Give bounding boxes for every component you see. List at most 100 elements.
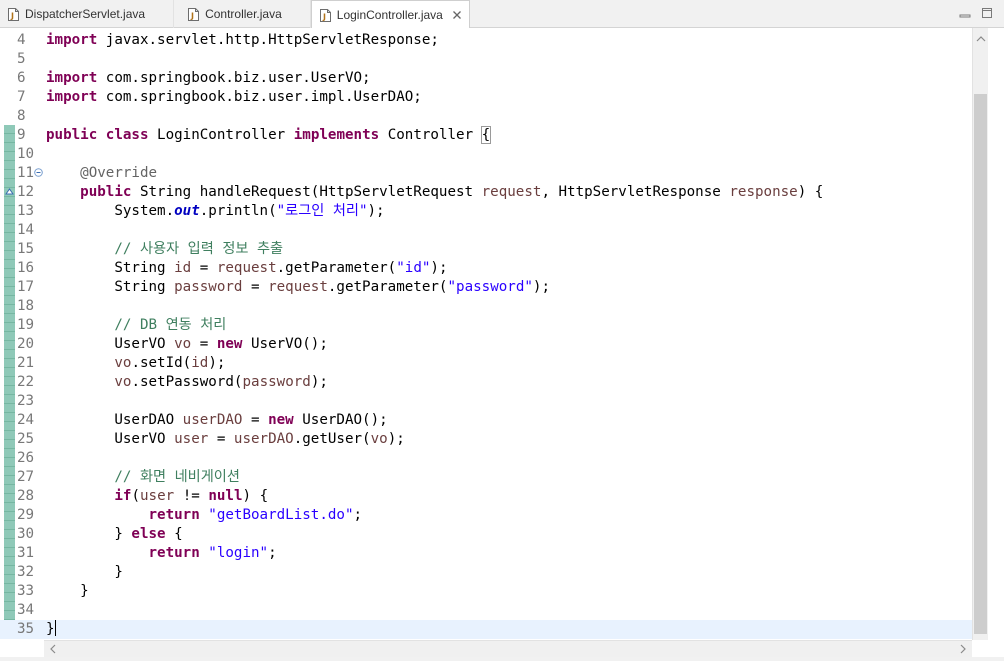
- code-token: UserVO: [46, 336, 175, 352]
- code-text: String id = request.getParameter("id");: [46, 259, 447, 278]
- code-token: UserVO();: [242, 336, 328, 352]
- tab-label: LoginController.java: [336, 8, 443, 22]
- code-token: com.springbook.biz.user.UserVO;: [97, 70, 371, 86]
- code-line[interactable]: 5: [0, 50, 972, 69]
- code-token: ;: [268, 545, 277, 561]
- code-line[interactable]: 17 String password = request.getParamete…: [0, 278, 972, 297]
- code-token: =: [242, 279, 269, 295]
- tab-logincontroller[interactable]: J LoginController.java: [310, 0, 470, 29]
- line-number: 35: [17, 621, 35, 637]
- code-token: userDAO: [182, 412, 243, 428]
- code-token: System.: [46, 203, 175, 219]
- code-token: vo: [370, 431, 388, 447]
- code-line[interactable]: 16 String id = request.getParameter("id"…: [0, 259, 972, 278]
- code-token: "getBoardList.do": [208, 507, 354, 523]
- code-token: LoginController: [148, 127, 294, 143]
- code-line[interactable]: 35}: [0, 620, 972, 639]
- code-token: response: [729, 184, 798, 200]
- code-token: new: [268, 412, 294, 428]
- tab-dispatcherservlet[interactable]: J DispatcherServlet.java: [0, 0, 175, 28]
- code-line[interactable]: 13 System.out.println("로그인 처리");: [0, 202, 972, 221]
- tab-controller[interactable]: J Controller.java: [174, 0, 311, 28]
- code-line[interactable]: 26: [0, 449, 972, 468]
- line-number: 4: [17, 32, 26, 48]
- code-token: "로그인 처리": [276, 203, 368, 219]
- line-number: 22: [17, 374, 35, 390]
- code-token: .println(: [199, 203, 277, 219]
- line-number: 28: [17, 488, 35, 504]
- editor-tab-bar: J DispatcherServlet.java J Controller.java J…: [0, 0, 1004, 29]
- code-token: // 화면 네비게이션: [114, 469, 240, 485]
- maximize-icon[interactable]: [980, 6, 994, 20]
- code-line[interactable]: 4 import javax.servlet.http.HttpServletRe…: [0, 31, 972, 50]
- fold-collapse-icon[interactable]: [34, 168, 43, 177]
- vertical-scrollbar[interactable]: [972, 28, 988, 640]
- code-line[interactable]: 28 if(user != null) {: [0, 487, 972, 506]
- code-line[interactable]: 14: [0, 221, 972, 240]
- code-text: } else {: [46, 525, 183, 544]
- override-marker-icon[interactable]: [5, 187, 14, 196]
- code-token: import: [46, 32, 98, 48]
- code-token: .getParameter(: [327, 279, 448, 295]
- code-text: import com.springbook.biz.user.impl.User…: [46, 88, 422, 107]
- scroll-left-icon[interactable]: [48, 644, 58, 654]
- code-line[interactable]: 23: [0, 392, 972, 411]
- code-text: System.out.println("로그인 처리");: [46, 202, 384, 221]
- code-line[interactable]: 11 @Override: [0, 164, 972, 183]
- code-line[interactable]: 19 // DB 연동 처리: [0, 316, 972, 335]
- code-token: import: [46, 70, 98, 86]
- code-line[interactable]: 6 import com.springbook.biz.user.UserVO;: [0, 69, 972, 88]
- code-line[interactable]: 18: [0, 297, 972, 316]
- minimize-icon[interactable]: [958, 6, 972, 20]
- code-line[interactable]: 24 UserDAO userDAO = new UserDAO();: [0, 411, 972, 430]
- code-line[interactable]: 7 import com.springbook.biz.user.impl.Use…: [0, 88, 972, 107]
- code-token: =: [191, 336, 217, 352]
- code-token: (: [131, 488, 140, 504]
- code-line[interactable]: 34: [0, 601, 972, 620]
- code-text: vo.setId(id);: [46, 354, 225, 373]
- code-line[interactable]: 8: [0, 107, 972, 126]
- code-text: return "login";: [46, 544, 277, 563]
- horizontal-scrollbar[interactable]: [44, 640, 972, 657]
- code-line[interactable]: 21 vo.setId(id);: [0, 354, 972, 373]
- code-line[interactable]: 9 public class LoginController implements…: [0, 126, 972, 145]
- code-line[interactable]: 30 } else {: [0, 525, 972, 544]
- line-number: 25: [17, 431, 35, 447]
- line-number: 30: [17, 526, 35, 542]
- line-number: 15: [17, 241, 35, 257]
- scroll-up-icon[interactable]: [976, 34, 986, 44]
- vertical-scroll-thumb[interactable]: [974, 94, 987, 634]
- code-token: "password": [447, 279, 533, 295]
- code-line[interactable]: 29 return "getBoardList.do";: [0, 506, 972, 525]
- code-text: public class LoginController implements …: [46, 126, 492, 145]
- code-token: id: [191, 355, 209, 371]
- code-text: return "getBoardList.do";: [46, 506, 363, 525]
- code-text: // 화면 네비게이션: [46, 468, 240, 487]
- code-line[interactable]: 10: [0, 145, 972, 164]
- code-line[interactable]: 32 }: [0, 563, 972, 582]
- code-editor[interactable]: 4 import javax.servlet.http.HttpServletRe…: [0, 28, 972, 640]
- code-line[interactable]: 25 UserVO user = userDAO.getUser(vo);: [0, 430, 972, 449]
- code-line[interactable]: 12 public String handleRequest(HttpServl…: [0, 183, 972, 202]
- code-token: new: [216, 336, 243, 352]
- text-caret: [54, 620, 56, 636]
- code-line[interactable]: 33 }: [0, 582, 972, 601]
- scroll-right-icon[interactable]: [958, 644, 968, 654]
- code-line[interactable]: 27 // 화면 네비게이션: [0, 468, 972, 487]
- close-icon[interactable]: [451, 9, 463, 21]
- code-token: {: [165, 526, 183, 542]
- code-token: .getParameter(: [276, 260, 397, 276]
- code-token: request: [268, 279, 328, 295]
- code-text: // 사용자 입력 정보 추출: [46, 240, 283, 259]
- code-token: com.springbook.biz.user.impl.UserDAO;: [97, 89, 422, 105]
- code-token: if: [114, 488, 132, 504]
- code-line[interactable]: 20 UserVO vo = new UserVO();: [0, 335, 972, 354]
- code-token: public: [46, 127, 98, 143]
- line-number: 20: [17, 336, 35, 352]
- code-line[interactable]: 31 return "login";: [0, 544, 972, 563]
- code-line[interactable]: 15 // 사용자 입력 정보 추출: [0, 240, 972, 259]
- code-line[interactable]: 22 vo.setPassword(password);: [0, 373, 972, 392]
